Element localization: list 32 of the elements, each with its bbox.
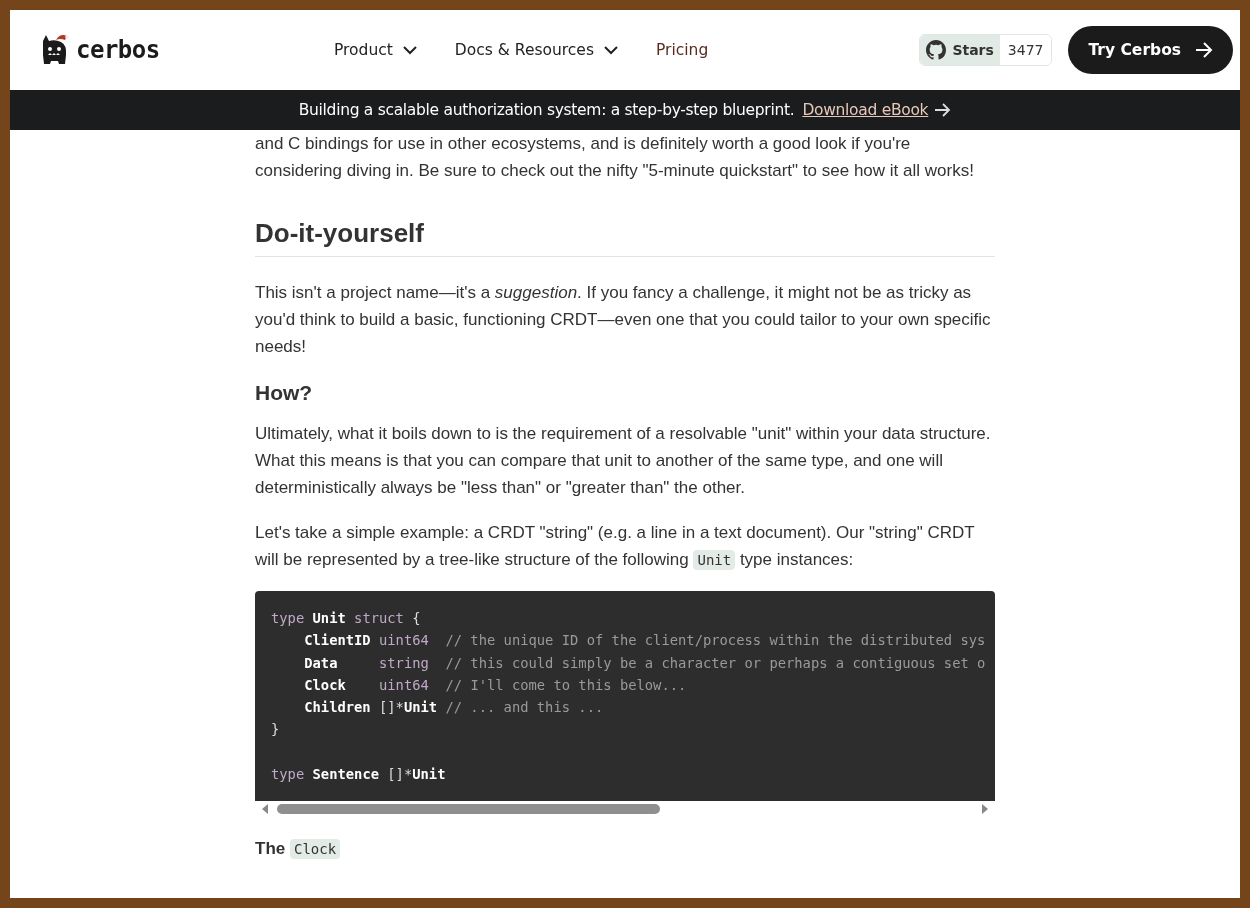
code-line: ClientID uint64 // the unique ID of the client/process within the distributed sys — [304, 631, 986, 651]
inline-code: Clock — [289, 839, 341, 860]
download-ebook-link[interactable]: Download eBook — [802, 101, 929, 119]
arrow-right-icon — [1195, 42, 1213, 58]
github-stars-button[interactable]: Stars 3477 — [919, 34, 1053, 66]
code-line: } — [271, 720, 280, 740]
code-line: type Sentence []*Unit — [271, 765, 446, 785]
paragraph: Let's take a simple example: a CRDT "string" (e.g. a line in a text document). Our "string" CRDT will be represented by a tree-like structure of the following Unit type instances: — [255, 522, 976, 572]
nav-menu-item[interactable]: Pricing — [652, 37, 713, 63]
section-heading: Do-it-yourself — [255, 202, 995, 257]
logo-wordmark[interactable]: cerbos — [76, 36, 160, 64]
monster-logo-icon — [40, 33, 70, 67]
code-line: Children []*Unit // ... and this ... — [304, 698, 604, 718]
code-line: Clock uint64 // I'll come to this below... — [304, 675, 687, 695]
try-cerbos-button[interactable]: Try Cerbos — [1068, 26, 1233, 74]
github-icon — [926, 40, 947, 60]
inline-code: Unit — [693, 550, 736, 570]
arrow-right-icon — [934, 103, 952, 117]
scroll-right-arrow-icon[interactable] — [981, 804, 989, 815]
chevron-down-icon — [604, 45, 618, 55]
code-line: type Unit struct { — [271, 609, 421, 628]
banner-text: Building a scalable authorization system: a step-by-step blueprint. — [298, 101, 795, 119]
code-line: Data string // this could simply be a character or perhaps a contiguous set o — [304, 653, 986, 673]
nav-menu-item[interactable]: Product — [330, 37, 421, 63]
paragraph: Ultimately, what it boils down to is the requirement of a resolvable "unit" within your data structure. What this means is that you can compare that unit to another of the same type, and one will deterministically always be "less than" or "greater than" the other. — [255, 423, 992, 499]
nav-menu-item[interactable]: Docs & Resources — [450, 37, 622, 63]
chevron-down-icon — [402, 45, 417, 55]
paragraph: and C bindings for use in other ecosystems, and is definitely worth a good look if you're considering diving in. Be sure to check out the nifty "5-minute quickstart" to see how it all works! — [255, 133, 975, 182]
minor-heading: The Clock — [255, 835, 995, 863]
scroll-left-arrow-icon[interactable] — [261, 804, 269, 815]
paragraph: This isn't a project name—it's a suggestion. If you fancy a challenge, it might not be as tricky as you'd think to build a basic, functioning CRDT—even one that you could tailor to your own specific needs! — [255, 282, 992, 358]
subsection-heading: How? — [255, 380, 314, 406]
